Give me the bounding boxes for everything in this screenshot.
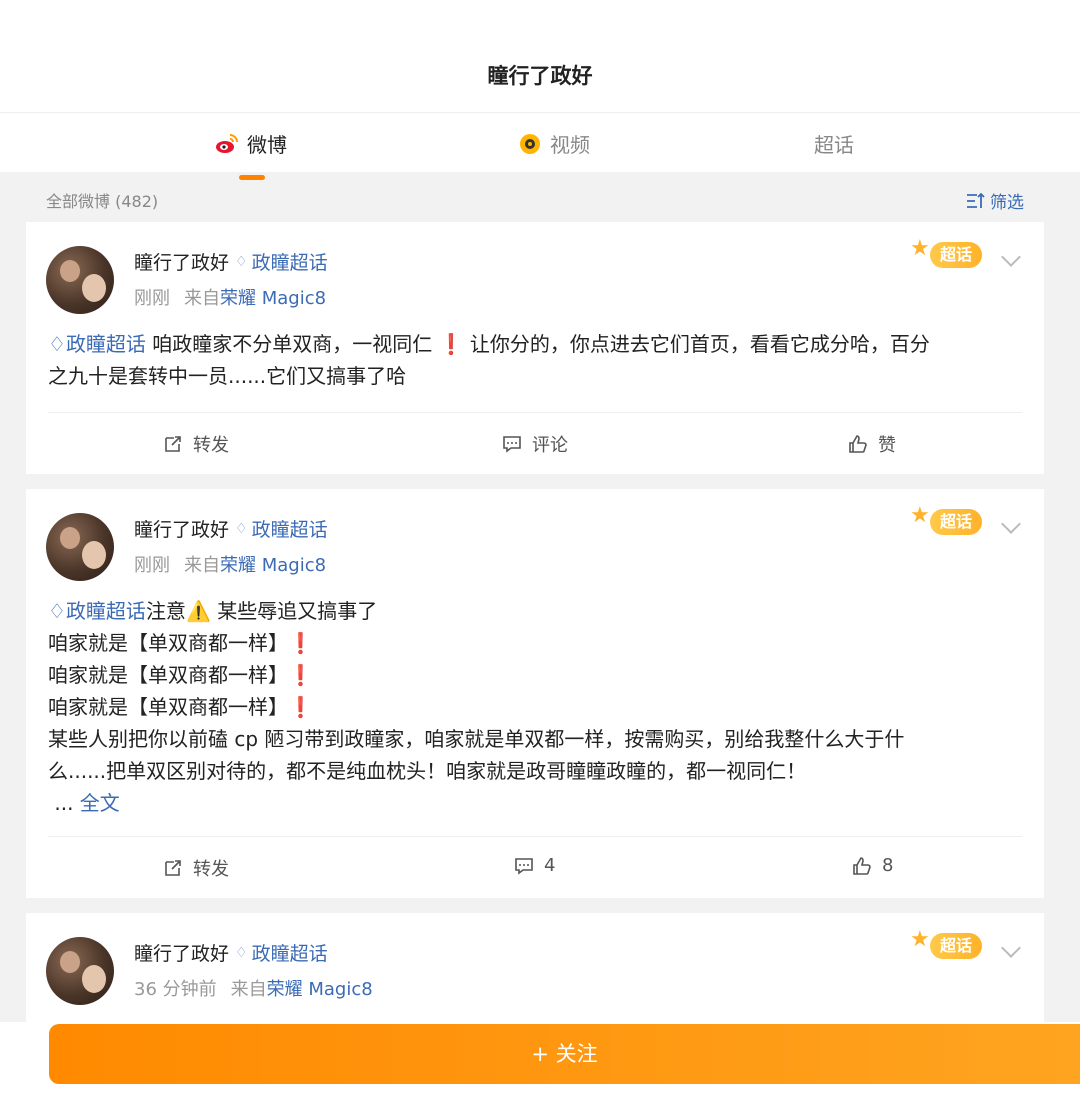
filter-button[interactable]: 筛选	[966, 188, 1024, 213]
thumbs-up-icon	[853, 856, 871, 875]
username[interactable]: 瞳行了政好	[134, 248, 229, 275]
comment-icon	[515, 857, 533, 875]
device-name: 荣耀 Magic8	[220, 288, 327, 309]
topic-link[interactable]: ♢政瞳超话	[48, 332, 146, 356]
tab-label: 超话	[814, 133, 854, 157]
post-time: 36 分钟前	[134, 979, 217, 1000]
post-count: 全部微博 (482)	[46, 192, 159, 211]
tab-video[interactable]: 视频	[518, 129, 590, 158]
topic-link[interactable]: ♢ 政瞳超话	[235, 515, 328, 542]
supertopic-badge: ★ 超话	[910, 234, 996, 276]
like-count: 8	[882, 855, 894, 876]
video-icon	[520, 133, 540, 154]
comment-button[interactable]: 评论	[502, 431, 568, 457]
username[interactable]: 瞳行了政好	[134, 939, 229, 966]
repost-icon	[165, 860, 181, 876]
star-icon: ★	[910, 236, 930, 261]
action-bar: 转发 评论 赞	[48, 412, 1022, 472]
repost-label: 转发	[193, 435, 229, 456]
warning-icon: ⚠️	[185, 599, 211, 623]
filter-bar: 全部微博 (482) 筛选	[0, 172, 1080, 222]
repost-icon	[165, 436, 181, 452]
topic-label: 政瞳超话	[251, 943, 328, 965]
supertopic-badge: ★ 超话	[910, 925, 996, 967]
badge-label: 超话	[930, 509, 982, 535]
post-card[interactable]: 瞳行了政好 ♢ 政瞳超话 刚刚 来自荣耀 Magic8 ★ 超话 ♢政瞳超话 咱…	[26, 222, 1044, 474]
device-name: 荣耀 Magic8	[266, 979, 373, 1000]
comment-button[interactable]: 4	[514, 855, 555, 876]
gem-icon: ♢	[235, 253, 248, 270]
gem-icon: ♢	[235, 520, 248, 537]
repost-button[interactable]: 转发	[163, 431, 229, 457]
comment-count: 4	[544, 855, 556, 876]
top-header: 瞳行了政好	[0, 0, 1080, 112]
comment-label: 评论	[532, 435, 568, 456]
tab-label: 视频	[550, 133, 590, 157]
exclamation-icon: ❗	[288, 631, 313, 655]
post-card[interactable]: 瞳行了政好 ♢ 政瞳超话 36 分钟前 来自荣耀 Magic8 ★ 超话	[26, 913, 1044, 1023]
chevron-down-icon[interactable]	[1001, 247, 1021, 267]
repost-button[interactable]: 转发	[163, 855, 229, 881]
device-name: 荣耀 Magic8	[220, 555, 327, 576]
topic-link[interactable]: ♢政瞳超话	[48, 599, 146, 623]
post-time: 刚刚	[134, 288, 170, 309]
gem-icon: ♢	[235, 944, 248, 961]
thumbs-up-icon	[849, 435, 867, 453]
weibo-icon	[216, 133, 238, 153]
post-text: ♢政瞳超话 咱政瞳家不分单双商，一视同仁 ❗ 让你分的，你点进去它们首页，看看它…	[48, 332, 930, 388]
exclamation-icon: ❗	[288, 695, 313, 719]
supertopic-badge: ★ 超话	[910, 501, 996, 543]
post-text: ♢政瞳超话注意⚠️ 某些辱追又搞事了 咱家就是【单双商都一样】❗ 咱家就是【单双…	[48, 599, 905, 815]
avatar[interactable]	[46, 246, 114, 314]
source-label: 来自	[184, 288, 220, 309]
source-label: 来自	[184, 555, 220, 576]
avatar[interactable]	[46, 937, 114, 1005]
post-time: 刚刚	[134, 555, 170, 576]
action-bar: 转发 4 8	[48, 836, 1022, 896]
exclamation-icon: ❗	[438, 332, 464, 356]
exclamation-icon: ❗	[288, 663, 313, 687]
tab-supertopic[interactable]: 超话	[814, 129, 854, 158]
like-label: 赞	[878, 435, 896, 456]
star-icon: ★	[910, 503, 930, 528]
topic-label: 政瞳超话	[251, 252, 328, 274]
filter-label: 筛选	[990, 193, 1024, 213]
comment-icon	[503, 436, 521, 453]
tab-label: 微博	[247, 133, 287, 157]
topic-label: 政瞳超话	[251, 519, 328, 541]
like-button[interactable]: 赞	[848, 431, 896, 457]
filter-icon	[967, 192, 985, 208]
badge-label: 超话	[930, 933, 982, 959]
topic-link[interactable]: ♢ 政瞳超话	[235, 248, 328, 275]
chevron-down-icon[interactable]	[1001, 514, 1021, 534]
bottom-bar: + 关注	[0, 1022, 1080, 1119]
read-more[interactable]: ... 全文	[48, 791, 119, 815]
tab-weibo[interactable]: 微博	[215, 129, 287, 180]
source-label: 来自	[230, 979, 267, 1000]
page-title: 瞳行了政好	[487, 64, 593, 88]
topic-link[interactable]: ♢ 政瞳超话	[235, 939, 328, 966]
like-button[interactable]: 8	[852, 855, 893, 876]
follow-button[interactable]: + 关注	[49, 1024, 1080, 1084]
repost-label: 转发	[193, 859, 229, 880]
chevron-down-icon[interactable]	[1001, 938, 1021, 958]
username[interactable]: 瞳行了政好	[134, 515, 229, 542]
star-icon: ★	[910, 927, 930, 952]
post-card[interactable]: 瞳行了政好 ♢ 政瞳超话 刚刚 来自荣耀 Magic8 ★ 超话 ♢政瞳超话注意…	[26, 489, 1044, 898]
badge-label: 超话	[930, 242, 982, 268]
avatar[interactable]	[46, 513, 114, 581]
tab-bar: 微博 视频 超话	[0, 112, 1080, 180]
